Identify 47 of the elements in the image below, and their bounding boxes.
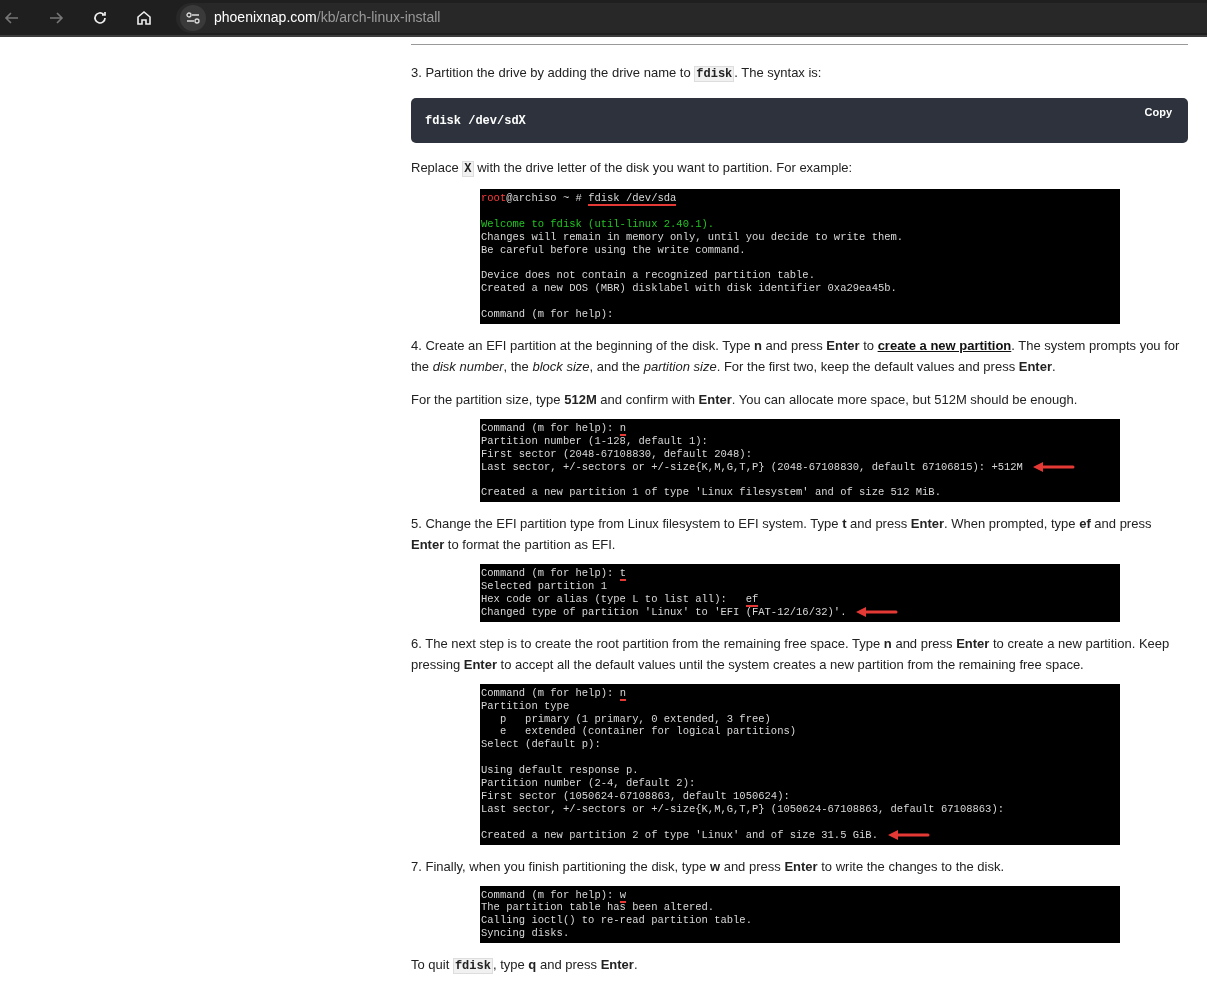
url-text: phoenixnap.com/kb/arch-linux-install — [214, 8, 441, 27]
terminal-line: Selected partition 1 — [481, 580, 608, 594]
terminal-line: Be careful before using the write command. — [481, 243, 746, 257]
paragraph: 4. Create an EFI partition at the beginning of the disk. Type n and press Enter to create a new partition. The system prompts you for the disk number, the block size, and the partition size. For the first two, keep the default values and press Enter. — [411, 336, 1181, 376]
terminal-line: Partition number (2-4, default 2): — [481, 777, 696, 790]
code-text: fdisk /dev/sdX — [425, 112, 526, 130]
terminal-line: Command (m for help): n — [481, 686, 626, 700]
paragraph: 6. The next step is to create the root partition from the remaining free space. Type n and press Enter to create a new partition. Keep pressing Enter to accept all the default values until the system creates a new partition from the remaining free space. — [411, 634, 1171, 674]
terminal-line: Hex code or alias (type L to list all): ef — [481, 593, 759, 606]
terminal-line: Device does not contain a recognized partition table. — [481, 269, 815, 283]
terminal-line: Created a new partition 1 of type 'Linux filesystem' and of size 512 MiB. — [481, 486, 941, 500]
reload-icon[interactable] — [92, 9, 108, 26]
home-icon[interactable] — [136, 9, 152, 26]
terminal-line: Partition number (1-128, default 1): — [481, 434, 708, 448]
terminal-line: Command (m for help): w — [481, 888, 626, 902]
terminal-line: The partition table has been altered. — [481, 901, 715, 915]
paragraph: To quit fdisk, type q and press Enter. — [411, 956, 639, 977]
terminal-line: Changes will remain in memory only, until you decide to write them. — [481, 230, 904, 244]
terminal-line: Syncing disks. — [481, 927, 570, 941]
terminal-line: Command (m for help): — [481, 308, 614, 321]
terminal-line: Command (m for help): n — [481, 421, 626, 435]
paragraph: 3. Partition the drive by adding the drive name to fdisk. The syntax is: — [411, 64, 823, 84]
address-bar[interactable]: phoenixnap.com/kb/arch-linux-install — [176, 2, 1207, 33]
forward-arrow-icon[interactable] — [48, 9, 64, 26]
paragraph: For the partition size, type 512M and confirm with Enter. You can allocate more space, but 512M should be enough. — [411, 390, 1079, 409]
copy-button[interactable]: Copy — [1138, 103, 1178, 122]
terminal-line: root@archiso ~ # fdisk /dev/sda — [481, 192, 677, 205]
terminal-line: First sector (1050624-67108863, default 1050624): — [481, 789, 790, 803]
terminal-line: Last sector, +/-sectors or +/-size{K,M,G,T,P} (1050624-67108863, default 67108863): — [481, 802, 1004, 816]
terminal-line: p primary (1 primary, 0 extended, 3 free) — [498, 712, 771, 726]
terminal-line: Created a new partition 2 of type 'Linux' and of size 31.5 GiB. — [481, 828, 930, 842]
terminal-line: Changed type of partition 'Linux' to 'EFI (FAT-12/16/32)'. — [481, 605, 899, 619]
terminal-line: Created a new DOS (MBR) disklabel with disk identifier 0xa29ea45b. — [481, 282, 897, 296]
terminal-line: Calling ioctl() to re-read partition table. — [481, 914, 752, 928]
terminal-line: Partition type — [481, 699, 570, 713]
terminal-line: First sector (2048-67108830, default 2048): — [481, 447, 752, 461]
terminal-line: Select (default p): — [481, 738, 601, 752]
paragraph: Replace X with the drive letter of the disk you want to partition. For example: — [411, 159, 854, 179]
terminal-line: e extended (container for logical partitions) — [498, 725, 797, 739]
terminal-line: Welcome to fdisk (util-linux 2.40.1). — [481, 217, 715, 231]
back-arrow-icon[interactable] — [4, 9, 20, 26]
site-settings-icon[interactable] — [180, 4, 206, 31]
terminal-line: Using default response p. — [481, 764, 639, 778]
paragraph: 7. Finally, when you finish partitioning the disk, type w and press Enter to write the changes to the disk. — [411, 857, 1006, 876]
terminal-line: Command (m for help): t — [481, 567, 626, 581]
terminal-line: Last sector, +/-sectors or +/-size{K,M,G,T,P} (2048-67108830, default 67106815): +512M — [481, 460, 1075, 474]
paragraph: 5. Change the EFI partition type from Linux filesystem to EFI system. Type t and press Enter. When prompted, type ef and press Enter to format the partition as EFI. — [411, 515, 1153, 555]
